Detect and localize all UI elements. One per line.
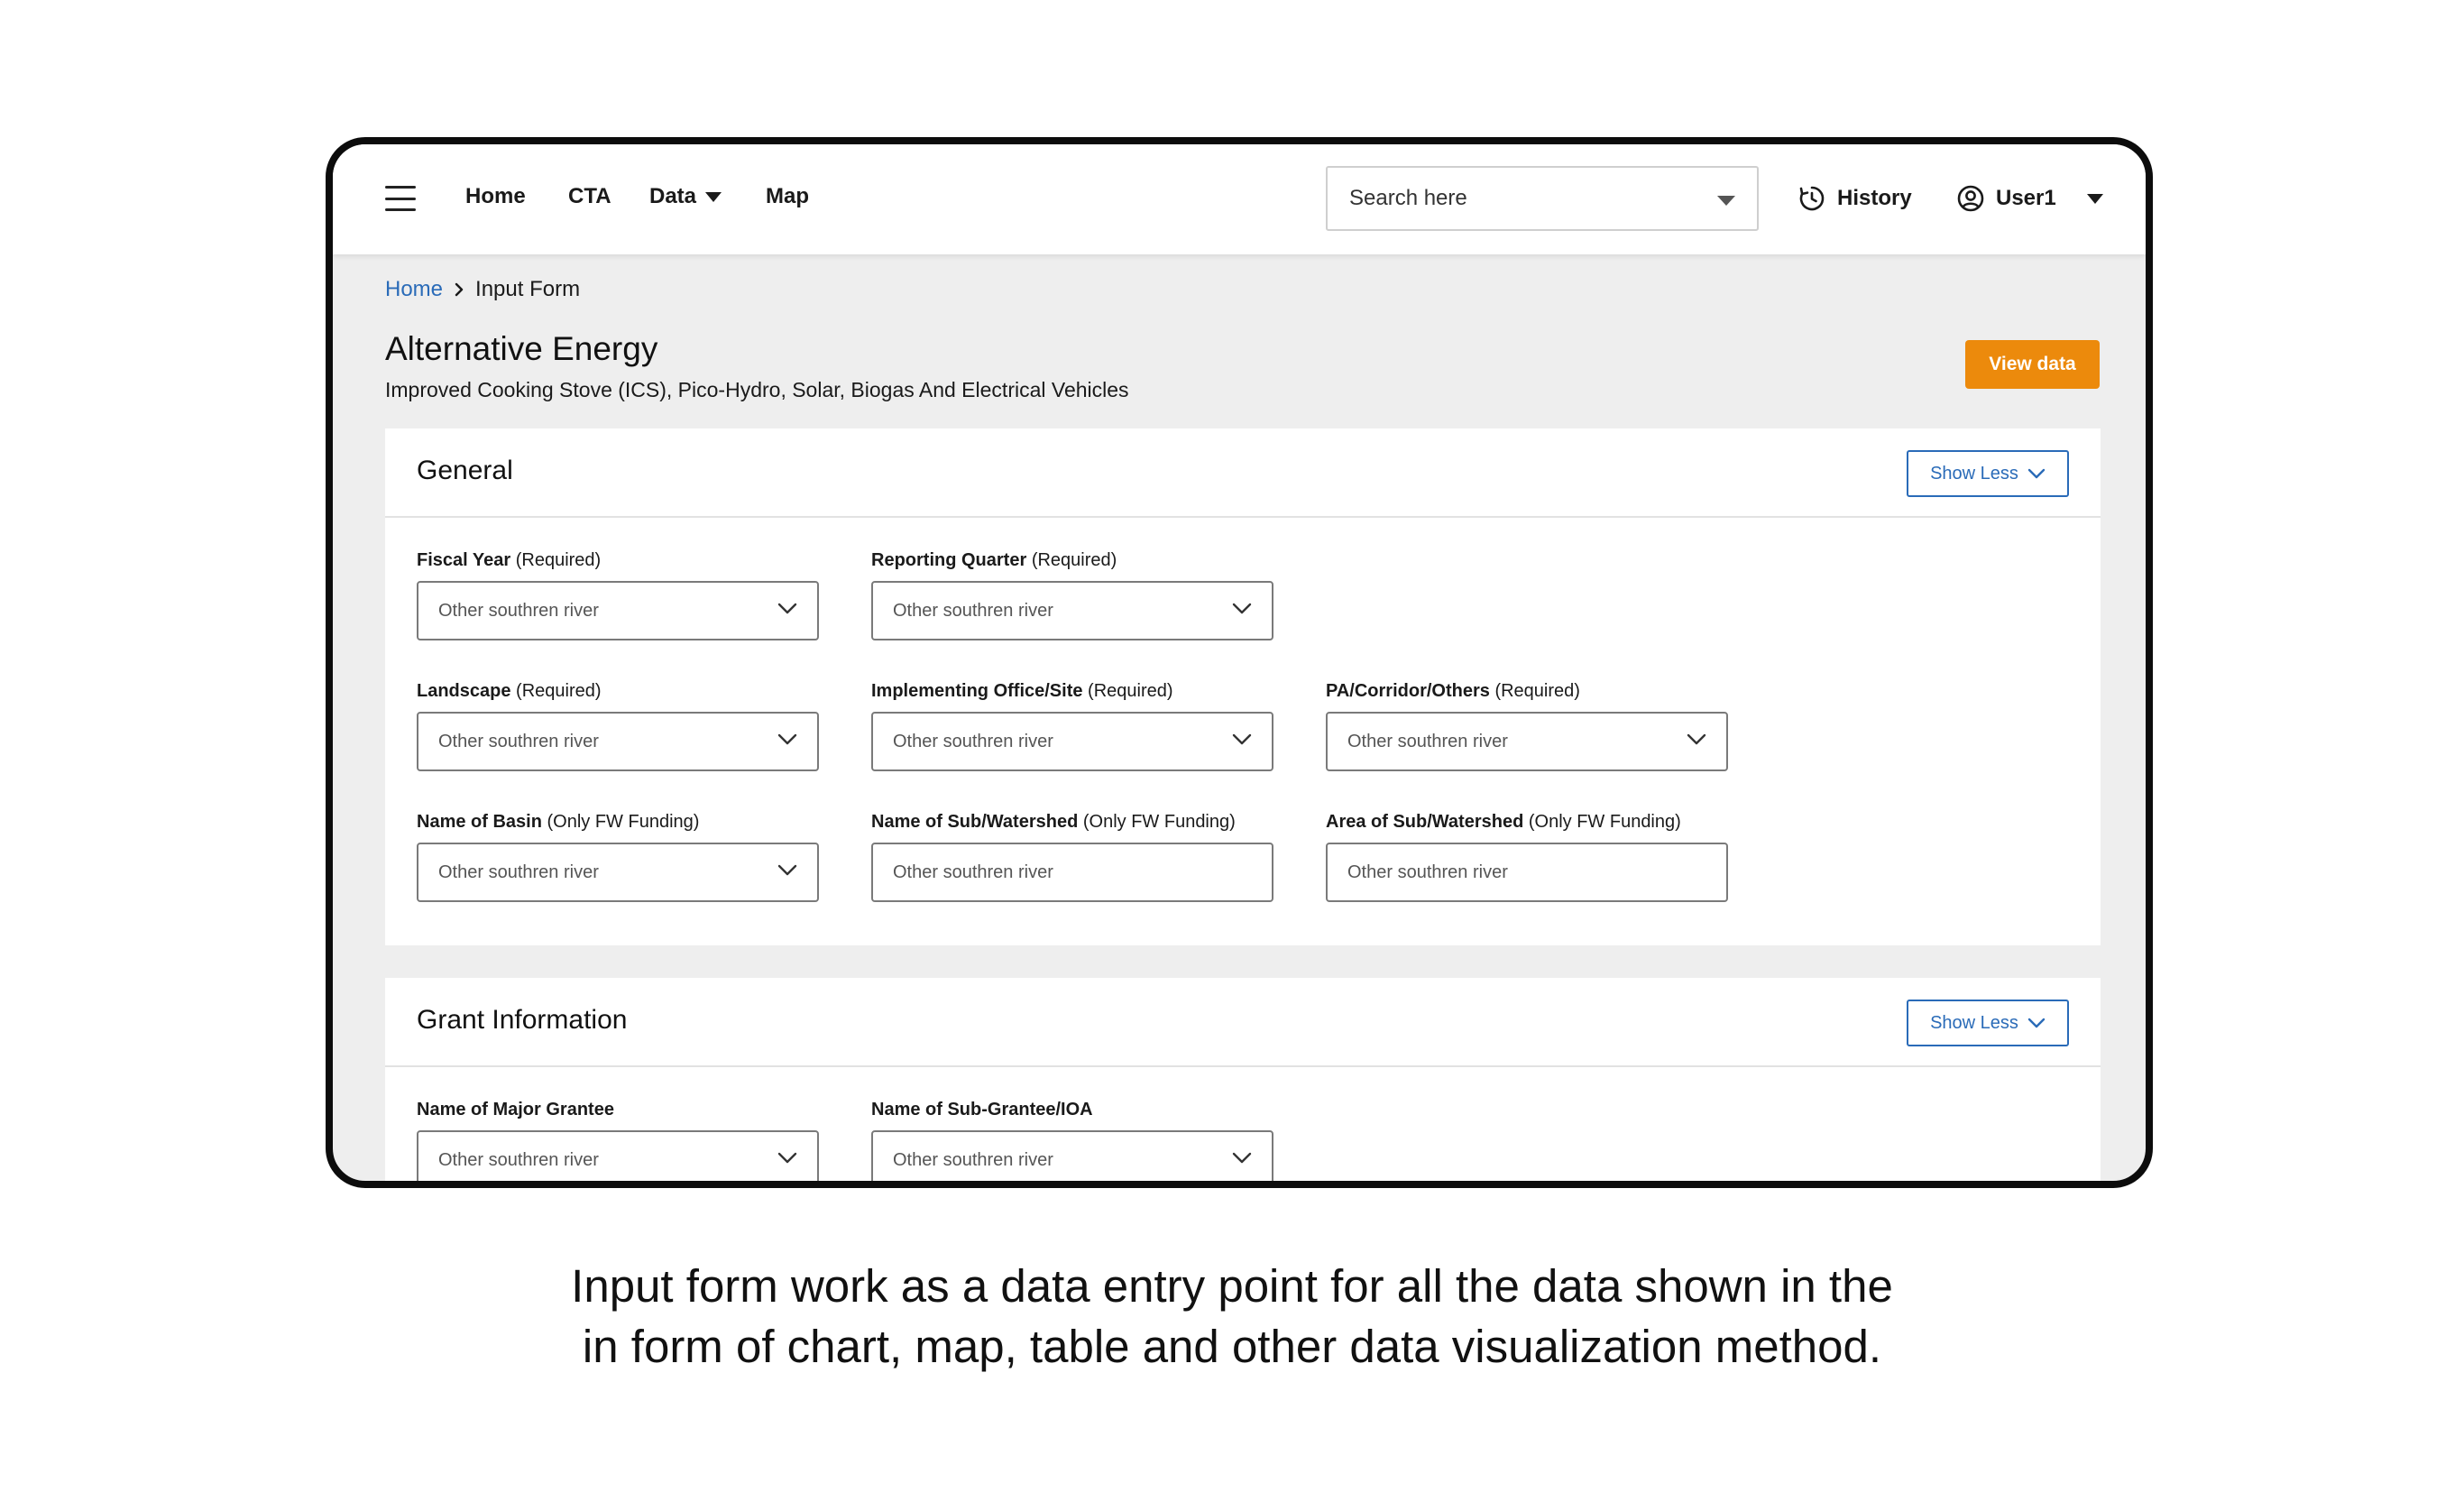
grant-show-less-button[interactable]: Show Less <box>1907 1000 2069 1046</box>
user-menu[interactable]: User1 <box>1956 184 2103 213</box>
grant-section-title: Grant Information <box>417 1005 628 1035</box>
chevron-down-icon <box>777 864 797 876</box>
select-value: Other southren river <box>438 600 599 621</box>
select-value: Other southren river <box>438 861 599 882</box>
select-value: Other southren river <box>438 731 599 751</box>
field-label: Implementing Office/Site <box>871 681 1083 701</box>
reporting-quarter-field: Reporting Quarter (Required) Other south… <box>871 550 1273 640</box>
general-section-title: General <box>417 456 513 485</box>
history-label: History <box>1837 186 1912 210</box>
fiscal-year-field: Fiscal Year (Required) Other southren ri… <box>417 550 819 640</box>
chevron-down-icon <box>1232 733 1252 745</box>
field-label: Area of Sub/Watershed <box>1326 812 1524 832</box>
chevron-down-icon <box>777 1152 797 1164</box>
hamburger-menu-icon[interactable] <box>385 186 416 211</box>
breadcrumb: Home Input Form <box>385 277 580 302</box>
search-dropdown-icon[interactable] <box>1717 196 1735 206</box>
sub-grantee-field: Name of Sub-Grantee/IOA Other southren r… <box>871 1100 1273 1181</box>
general-section-header: General Show Less <box>385 428 2101 518</box>
basin-name-select[interactable]: Other southren river <box>417 843 819 902</box>
field-label: Name of Basin <box>417 812 542 832</box>
landscape-select[interactable]: Other southren river <box>417 712 819 771</box>
sub-watershed-area-input[interactable]: Other southren river <box>1326 843 1728 902</box>
user-label: User1 <box>1996 186 2056 210</box>
field-note: (Required) <box>515 550 602 570</box>
top-navbar: Home CTA Data Map Search here History Us… <box>333 144 2146 254</box>
field-label: PA/Corridor/Others <box>1326 681 1490 701</box>
reporting-quarter-select[interactable]: Other southren river <box>871 581 1273 640</box>
chevron-down-icon <box>1232 603 1252 614</box>
sub-watershed-name-field: Name of Sub/Watershed (Only FW Funding) … <box>871 812 1273 902</box>
field-note: (Required) <box>1494 681 1580 701</box>
select-value: Other southren river <box>893 731 1053 751</box>
user-avatar-icon <box>1957 185 1984 212</box>
pa-corridor-field: PA/Corridor/Others (Required) Other sout… <box>1326 681 1728 771</box>
grant-section-header: Grant Information Show Less <box>385 978 2101 1067</box>
caret-down-icon <box>705 191 722 202</box>
app-window: Home CTA Data Map Search here History Us… <box>326 137 2153 1188</box>
field-label: Landscape <box>417 681 511 701</box>
breadcrumb-home-link[interactable]: Home <box>385 277 443 302</box>
field-label: Name of Sub/Watershed <box>871 812 1079 832</box>
nav-item-data[interactable]: Data <box>649 184 722 209</box>
view-data-button[interactable]: View data <box>1965 340 2100 389</box>
general-section: General Show Less Fiscal Year (Required)… <box>385 428 2101 945</box>
chevron-down-icon <box>777 733 797 745</box>
general-show-less-button[interactable]: Show Less <box>1907 450 2069 497</box>
field-note: (Required) <box>1031 550 1117 570</box>
implementing-office-select[interactable]: Other southren river <box>871 712 1273 771</box>
chevron-down-icon <box>777 603 797 614</box>
search-input[interactable]: Search here <box>1326 166 1759 231</box>
history-button[interactable]: History <box>1797 184 1912 213</box>
page-title: Alternative Energy <box>385 330 658 367</box>
field-label: Name of Sub-Grantee/IOA <box>871 1100 1093 1119</box>
input-value: Other southren river <box>1347 861 1508 882</box>
select-value: Other southren river <box>1347 731 1508 751</box>
grant-information-section: Grant Information Show Less Name of Majo… <box>385 978 2101 1181</box>
field-label: Name of Major Grantee <box>417 1100 614 1119</box>
chevron-down-icon <box>2027 1018 2046 1028</box>
field-note: (Only FW Funding) <box>1528 812 1681 832</box>
field-label: Reporting Quarter <box>871 550 1027 570</box>
chevron-down-icon <box>1232 1152 1252 1164</box>
user-dropdown-icon[interactable] <box>2086 193 2103 204</box>
nav-item-map[interactable]: Map <box>766 184 809 209</box>
chevron-right-icon <box>455 282 464 297</box>
chevron-down-icon <box>1687 733 1706 745</box>
input-value: Other southren river <box>893 861 1053 882</box>
page-subtitle: Improved Cooking Stove (ICS), Pico-Hydro… <box>385 378 1129 401</box>
select-value: Other southren river <box>438 1149 599 1170</box>
caption-line-2: in form of chart, map, table and other d… <box>582 1321 1882 1372</box>
field-note: (Only FW Funding) <box>547 812 700 832</box>
sub-grantee-select[interactable]: Other southren river <box>871 1130 1273 1181</box>
field-note: (Required) <box>1088 681 1173 701</box>
sub-watershed-name-input[interactable]: Other southren river <box>871 843 1273 902</box>
show-less-label: Show Less <box>1930 1012 2018 1033</box>
history-icon <box>1799 186 1825 211</box>
implementing-office-field: Implementing Office/Site (Required) Othe… <box>871 681 1273 771</box>
basin-name-field: Name of Basin (Only FW Funding) Other so… <box>417 812 819 902</box>
show-less-label: Show Less <box>1930 463 2018 484</box>
select-value: Other southren river <box>893 1149 1053 1170</box>
select-value: Other southren river <box>893 600 1053 621</box>
field-note: (Only FW Funding) <box>1082 812 1236 832</box>
search-placeholder: Search here <box>1349 186 1467 210</box>
sub-watershed-area-field: Area of Sub/Watershed (Only FW Funding) … <box>1326 812 1728 902</box>
breadcrumb-current: Input Form <box>475 277 581 301</box>
nav-item-cta[interactable]: CTA <box>568 184 611 209</box>
pa-corridor-select[interactable]: Other southren river <box>1326 712 1728 771</box>
field-note: (Required) <box>516 681 602 701</box>
nav-item-home[interactable]: Home <box>465 184 526 209</box>
landscape-field: Landscape (Required) Other southren rive… <box>417 681 819 771</box>
caption-line-1: Input form work as a data entry point fo… <box>571 1260 1893 1312</box>
fiscal-year-select[interactable]: Other southren river <box>417 581 819 640</box>
field-label: Fiscal Year <box>417 550 511 570</box>
chevron-down-icon <box>2027 468 2046 479</box>
major-grantee-field: Name of Major Grantee Other southren riv… <box>417 1100 819 1181</box>
major-grantee-select[interactable]: Other southren river <box>417 1130 819 1181</box>
